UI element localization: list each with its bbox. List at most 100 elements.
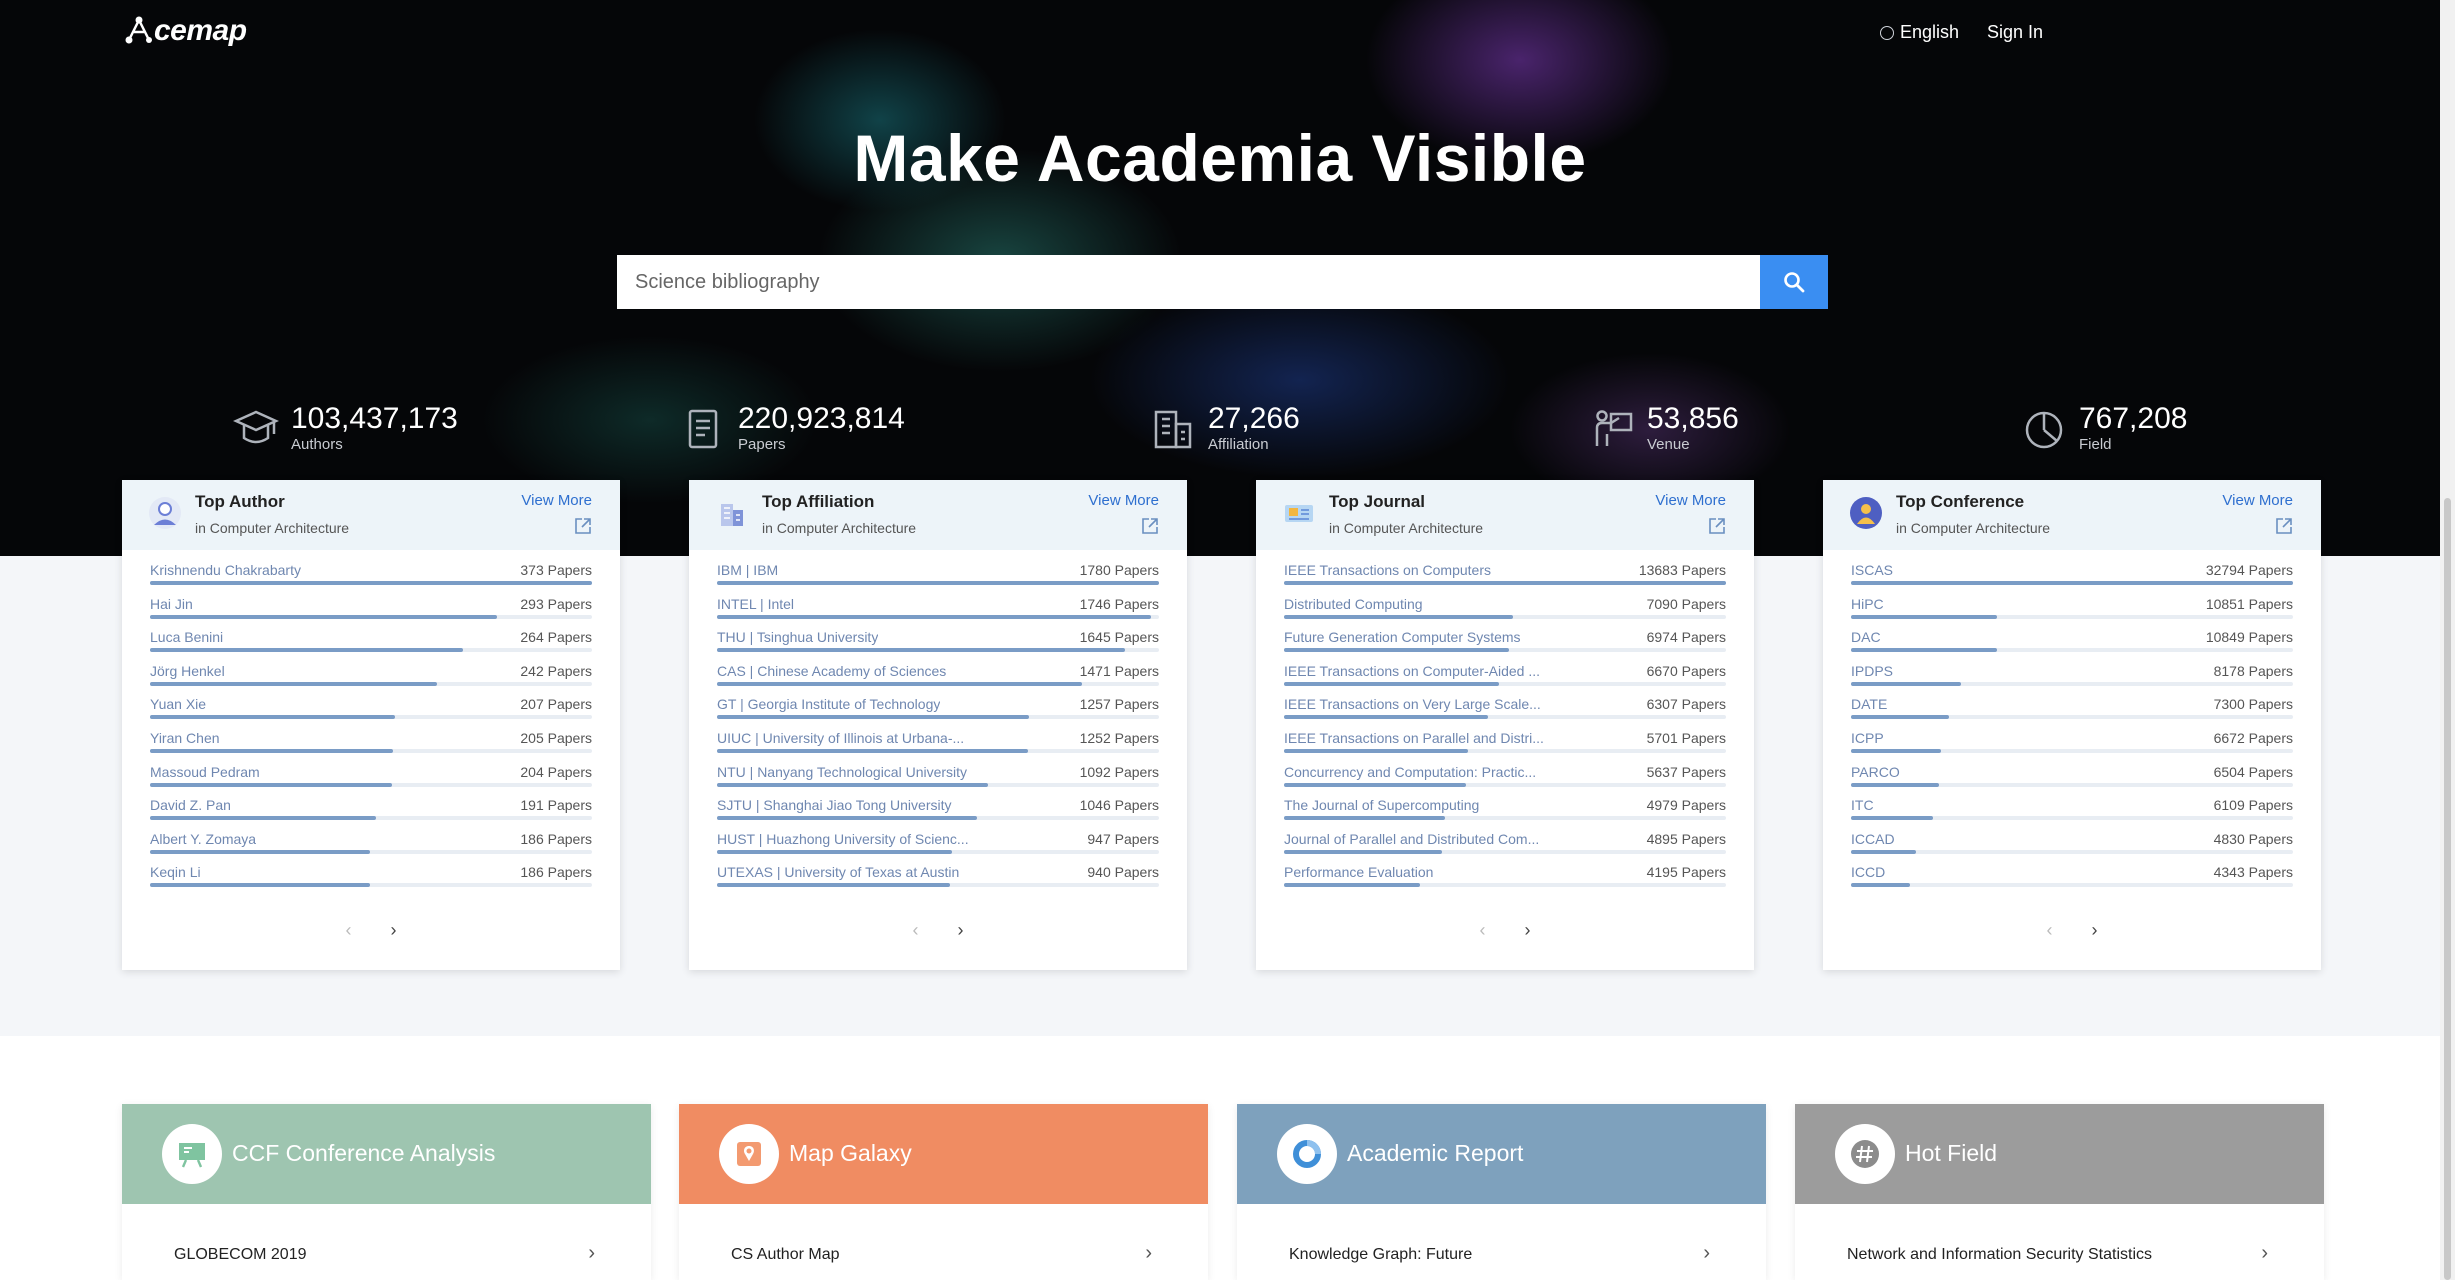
item-name[interactable]: ITC	[1851, 797, 1874, 813]
list-item[interactable]: SJTU | Shanghai Jiao Tong University 1046…	[717, 795, 1159, 829]
scrollbar-thumb[interactable]	[2444, 498, 2451, 1280]
item-name[interactable]: Yuan Xie	[150, 696, 206, 712]
item-name[interactable]: PARCO	[1851, 764, 1900, 780]
item-name[interactable]: Distributed Computing	[1284, 596, 1423, 612]
list-item[interactable]: David Z. Pan 191 Papers	[150, 795, 592, 829]
list-item[interactable]: ICCAD 4830 Papers	[1851, 829, 2293, 863]
item-name[interactable]: The Journal of Supercomputing	[1284, 797, 1479, 813]
item-name[interactable]: Journal of Parallel and Distributed Com.…	[1284, 831, 1539, 847]
external-link-icon[interactable]	[1708, 517, 1726, 535]
list-item[interactable]: GT | Georgia Institute of Technology 1257…	[717, 694, 1159, 728]
view-more-link[interactable]: View More	[521, 492, 592, 509]
list-item[interactable]: ICCD 4343 Papers	[1851, 862, 2293, 896]
chevron-right-icon[interactable]: ›	[588, 1242, 595, 1265]
language-selector[interactable]: English	[1880, 22, 1959, 43]
list-item[interactable]: Keqin Li 186 Papers	[150, 862, 592, 896]
feature-link[interactable]: Knowledge Graph: Future	[1289, 1246, 1472, 1264]
item-name[interactable]: IPDPS	[1851, 663, 1893, 679]
item-name[interactable]: HUST | Huazhong University of Scienc...	[717, 831, 969, 847]
previous-page-button[interactable]: ‹	[328, 920, 368, 941]
item-name[interactable]: David Z. Pan	[150, 797, 231, 813]
previous-page-button[interactable]: ‹	[2029, 920, 2069, 941]
list-item[interactable]: The Journal of Supercomputing 4979 Papers	[1284, 795, 1726, 829]
item-name[interactable]: DAC	[1851, 629, 1881, 645]
item-name[interactable]: IBM | IBM	[717, 562, 778, 578]
list-item[interactable]: ITC 6109 Papers	[1851, 795, 2293, 829]
list-item[interactable]: Albert Y. Zomaya 186 Papers	[150, 829, 592, 863]
list-item[interactable]: CAS | Chinese Academy of Sciences 1471 Pa…	[717, 661, 1159, 695]
list-item[interactable]: UIUC | University of Illinois at Urbana-…	[717, 728, 1159, 762]
item-name[interactable]: Albert Y. Zomaya	[150, 831, 256, 847]
list-item[interactable]: DAC 10849 Papers	[1851, 627, 2293, 661]
next-page-button[interactable]: ›	[1508, 920, 1548, 941]
list-item[interactable]: Performance Evaluation 4195 Papers	[1284, 862, 1726, 896]
item-name[interactable]: Keqin Li	[150, 864, 201, 880]
feature-link[interactable]: CS Author Map	[731, 1246, 840, 1264]
list-item[interactable]: THU | Tsinghua University 1645 Papers	[717, 627, 1159, 661]
item-name[interactable]: HiPC	[1851, 596, 1884, 612]
item-name[interactable]: THU | Tsinghua University	[717, 629, 878, 645]
list-item[interactable]: UTEXAS | University of Texas at Austin 94…	[717, 862, 1159, 896]
list-item[interactable]: DATE 7300 Papers	[1851, 694, 2293, 728]
next-page-button[interactable]: ›	[941, 920, 981, 941]
list-item[interactable]: Jörg Henkel 242 Papers	[150, 661, 592, 695]
item-name[interactable]: DATE	[1851, 696, 1887, 712]
list-item[interactable]: Concurrency and Computation: Practic... 5…	[1284, 762, 1726, 796]
external-link-icon[interactable]	[1141, 517, 1159, 535]
list-item[interactable]: HiPC 10851 Papers	[1851, 594, 2293, 628]
list-item[interactable]: ICPP 6672 Papers	[1851, 728, 2293, 762]
item-name[interactable]: GT | Georgia Institute of Technology	[717, 696, 940, 712]
list-item[interactable]: INTEL | Intel 1746 Papers	[717, 594, 1159, 628]
list-item[interactable]: PARCO 6504 Papers	[1851, 762, 2293, 796]
chevron-right-icon[interactable]: ›	[1703, 1242, 1710, 1265]
item-name[interactable]: Concurrency and Computation: Practic...	[1284, 764, 1536, 780]
list-item[interactable]: Yuan Xie 207 Papers	[150, 694, 592, 728]
item-name[interactable]: ICPP	[1851, 730, 1884, 746]
list-item[interactable]: Yiran Chen 205 Papers	[150, 728, 592, 762]
list-item[interactable]: IEEE Transactions on Parallel and Distri…	[1284, 728, 1726, 762]
feature-hot-field[interactable]: Hot Field Network and Information Securi…	[1795, 1104, 2324, 1280]
item-name[interactable]: IEEE Transactions on Computers	[1284, 562, 1491, 578]
item-name[interactable]: CAS | Chinese Academy of Sciences	[717, 663, 946, 679]
previous-page-button[interactable]: ‹	[895, 920, 935, 941]
feature-academic-report[interactable]: Academic Report Knowledge Graph: Future …	[1237, 1104, 1766, 1280]
feature-link[interactable]: GLOBECOM 2019	[174, 1246, 307, 1264]
item-name[interactable]: Performance Evaluation	[1284, 864, 1433, 880]
search-button[interactable]	[1760, 255, 1828, 309]
item-name[interactable]: Hai Jin	[150, 596, 193, 612]
site-logo[interactable]: cemap	[122, 14, 247, 48]
view-more-link[interactable]: View More	[1088, 492, 1159, 509]
item-name[interactable]: UTEXAS | University of Texas at Austin	[717, 864, 959, 880]
list-item[interactable]: Massoud Pedram 204 Papers	[150, 762, 592, 796]
feature-link[interactable]: Network and Information Security Statist…	[1847, 1246, 2152, 1264]
chevron-right-icon[interactable]: ›	[2261, 1242, 2268, 1265]
list-item[interactable]: Luca Benini 264 Papers	[150, 627, 592, 661]
feature-map-galaxy[interactable]: Map Galaxy CS Author Map ›	[679, 1104, 1208, 1280]
list-item[interactable]: ISCAS 32794 Papers	[1851, 560, 2293, 594]
item-name[interactable]: ICCD	[1851, 864, 1885, 880]
external-link-icon[interactable]	[574, 517, 592, 535]
feature-ccf-conference-analysis[interactable]: CCF Conference Analysis GLOBECOM 2019 ›	[122, 1104, 651, 1280]
search-input[interactable]	[617, 255, 1760, 309]
list-item[interactable]: Krishnendu Chakrabarty 373 Papers	[150, 560, 592, 594]
list-item[interactable]: Journal of Parallel and Distributed Com.…	[1284, 829, 1726, 863]
item-name[interactable]: SJTU | Shanghai Jiao Tong University	[717, 797, 952, 813]
item-name[interactable]: Krishnendu Chakrabarty	[150, 562, 301, 578]
list-item[interactable]: IEEE Transactions on Very Large Scale...…	[1284, 694, 1726, 728]
view-more-link[interactable]: View More	[1655, 492, 1726, 509]
list-item[interactable]: IPDPS 8178 Papers	[1851, 661, 2293, 695]
item-name[interactable]: Luca Benini	[150, 629, 223, 645]
item-name[interactable]: IEEE Transactions on Computer-Aided ...	[1284, 663, 1540, 679]
list-item[interactable]: IBM | IBM 1780 Papers	[717, 560, 1159, 594]
sign-in-link[interactable]: Sign In	[1987, 22, 2043, 43]
item-name[interactable]: Future Generation Computer Systems	[1284, 629, 1521, 645]
list-item[interactable]: Future Generation Computer Systems 6974 P…	[1284, 627, 1726, 661]
chevron-right-icon[interactable]: ›	[1145, 1242, 1152, 1265]
list-item[interactable]: NTU | Nanyang Technological University 10…	[717, 762, 1159, 796]
previous-page-button[interactable]: ‹	[1462, 920, 1502, 941]
list-item[interactable]: IEEE Transactions on Computer-Aided ... 6…	[1284, 661, 1726, 695]
item-name[interactable]: Massoud Pedram	[150, 764, 260, 780]
item-name[interactable]: ICCAD	[1851, 831, 1895, 847]
next-page-button[interactable]: ›	[374, 920, 414, 941]
list-item[interactable]: Hai Jin 293 Papers	[150, 594, 592, 628]
